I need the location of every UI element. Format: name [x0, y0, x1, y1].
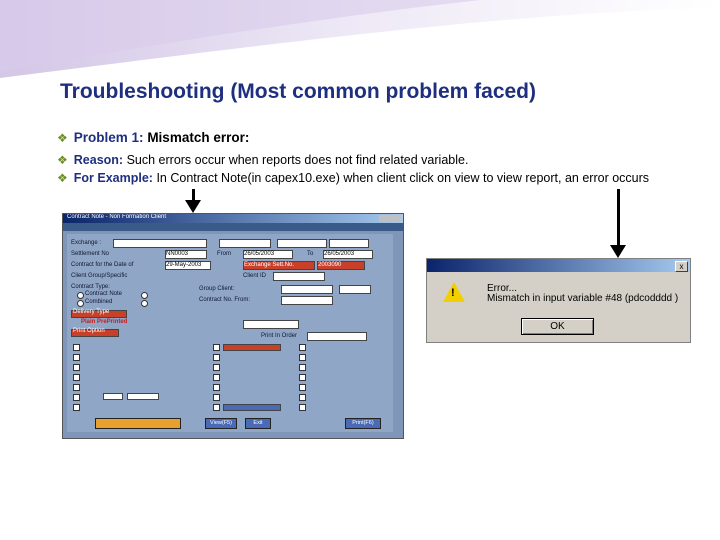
- type-radio-4[interactable]: [141, 300, 148, 307]
- error-message-text: Mismatch in input variable #48 (pdcodddd…: [487, 293, 679, 304]
- option-checkbox[interactable]: [213, 394, 220, 401]
- option-checkbox[interactable]: [299, 384, 306, 391]
- from-label: From: [217, 251, 231, 257]
- close-icon[interactable]: x: [675, 261, 688, 272]
- option-checkbox[interactable]: [299, 374, 306, 381]
- diamond-bullet-icon: ❖: [57, 171, 68, 185]
- arrow-shaft-right: [617, 189, 620, 248]
- bullet-label: Reason:: [73, 153, 124, 167]
- header-wave-graphic: [0, 0, 720, 78]
- header-decoration: [0, 0, 720, 80]
- contract-no-from-label: Contract No. From:: [199, 297, 251, 303]
- window-control-buttons[interactable]: [379, 215, 401, 222]
- exchange-select[interactable]: [113, 239, 207, 248]
- contract-note-label: Contract Note: [85, 291, 123, 297]
- bullet-text: Such errors occur when reports does not …: [126, 153, 469, 167]
- exchange-label: Exchange :: [71, 240, 102, 246]
- copies-input-2[interactable]: [127, 393, 159, 400]
- print-in-order-label: Print In Order: [261, 333, 298, 339]
- contract-date-input[interactable]: 29-May-2003: [165, 261, 211, 270]
- client-id-label: Client ID: [243, 273, 267, 279]
- contract-no-input[interactable]: [281, 296, 333, 305]
- combined-label: Combined: [85, 299, 113, 305]
- settlement-label: Settlement No: [71, 251, 110, 257]
- option-checkbox[interactable]: [299, 404, 306, 411]
- option-checkbox[interactable]: [73, 404, 80, 411]
- group-client-input[interactable]: [281, 285, 333, 294]
- type-radio-3[interactable]: [141, 292, 148, 299]
- preprinted-label: PrePrinted: [97, 319, 128, 325]
- date-to-input[interactable]: 26/05/2003: [323, 250, 373, 259]
- option-checkbox[interactable]: [73, 354, 80, 361]
- dialog-titlebar: [427, 259, 690, 272]
- to-label: To: [307, 251, 314, 257]
- error-dialog: x ! Error... Mismatch in input variable …: [426, 258, 691, 343]
- arrow-down-icon: [185, 200, 201, 213]
- contract-note-window-screenshot: Contract Note - Non Formation Client Exc…: [62, 213, 404, 439]
- option-checkbox[interactable]: [213, 384, 220, 391]
- option-checkbox[interactable]: [299, 344, 306, 351]
- exit-button[interactable]: Exit: [245, 418, 271, 429]
- range-select-3[interactable]: [329, 239, 369, 248]
- diamond-bullet-icon: ❖: [57, 153, 68, 167]
- client-group-label: Client Group/Specific: [71, 273, 128, 279]
- copies-input[interactable]: [103, 393, 123, 400]
- print-order-select[interactable]: [307, 332, 367, 341]
- bullet-reason: ❖ Reason: Such errors occur when reports …: [57, 153, 468, 167]
- option-checkbox[interactable]: [299, 394, 306, 401]
- window-title: Contract Note - Non Formation Client: [67, 214, 167, 220]
- option-checkbox[interactable]: [73, 364, 80, 371]
- option-checkbox[interactable]: [73, 374, 80, 381]
- option-checkbox[interactable]: [213, 344, 220, 351]
- bullet-label: Problem 1:: [73, 130, 144, 145]
- settlement-input[interactable]: NN0003: [165, 250, 207, 259]
- highlighted-option-2: [223, 404, 281, 411]
- bullet-example: ❖ For Example: In Contract Note(in capex1…: [57, 171, 649, 185]
- print-button[interactable]: Print(F6): [345, 418, 381, 429]
- bullet-problem: ❖ Problem 1: Mismatch error:: [57, 130, 249, 145]
- option-field[interactable]: [243, 320, 299, 329]
- delivery-type-label: Delivery Type: [73, 309, 110, 315]
- combined-radio[interactable]: [77, 300, 84, 307]
- bullet-text: Mismatch error:: [147, 130, 250, 145]
- warning-exclamation-icon: !: [451, 287, 455, 299]
- bullet-label: For Example:: [73, 171, 153, 185]
- window-menubar: [63, 223, 403, 231]
- date-from-input[interactable]: 26/05/2003: [243, 250, 293, 259]
- ok-button[interactable]: OK: [521, 318, 594, 335]
- option-checkbox[interactable]: [299, 354, 306, 361]
- exchange-sett-label: Exchange Sett.No.: [243, 261, 315, 270]
- group-client-label: Group Client:: [199, 286, 235, 292]
- option-checkbox[interactable]: [299, 364, 306, 371]
- option-checkbox[interactable]: [73, 384, 80, 391]
- option-checkbox[interactable]: [213, 404, 220, 411]
- contract-note-radio[interactable]: [77, 292, 84, 299]
- diamond-bullet-icon: ❖: [57, 131, 68, 145]
- option-checkbox[interactable]: [73, 344, 80, 351]
- bullet-text: In Contract Note(in capex10.exe) when cl…: [156, 171, 650, 185]
- contract-date-label: Contract for the Date of: [71, 262, 134, 268]
- window-titlebar: Contract Note - Non Formation Client: [63, 214, 403, 223]
- client-id-input[interactable]: [273, 272, 325, 281]
- progress-bar: [95, 418, 181, 429]
- plain-label: Plain: [81, 319, 96, 325]
- option-checkbox[interactable]: [213, 364, 220, 371]
- slide-title: Troubleshooting (Most common problem fac…: [60, 80, 537, 103]
- window-body: Exchange : Settlement No NN0003 From 26/…: [67, 234, 393, 432]
- option-checkbox[interactable]: [213, 374, 220, 381]
- range-select-2[interactable]: [277, 239, 327, 248]
- group-client-select[interactable]: [339, 285, 371, 294]
- exchange-sett-value: 2003090: [317, 261, 365, 270]
- range-select[interactable]: [219, 239, 271, 248]
- contract-type-label: Contract Type:: [71, 284, 110, 290]
- arrow-down-icon: [610, 245, 626, 258]
- view-button[interactable]: View(F5): [205, 418, 237, 429]
- plain-option[interactable]: Plain PrePrinted: [81, 319, 127, 325]
- option-checkbox[interactable]: [213, 354, 220, 361]
- print-option-label: Print Option: [73, 328, 105, 334]
- highlighted-option: [223, 344, 281, 351]
- option-checkbox[interactable]: [73, 394, 80, 401]
